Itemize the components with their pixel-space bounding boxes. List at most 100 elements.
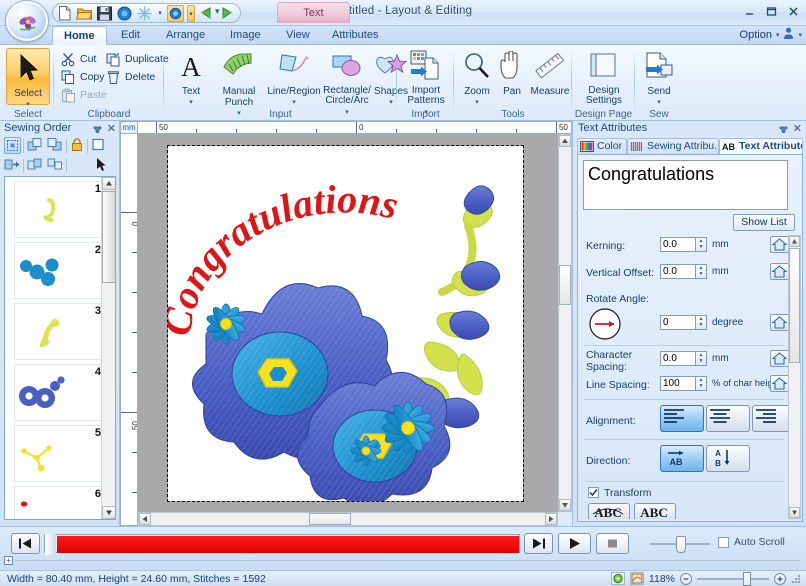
scroll-down-arrow[interactable] [102,506,115,519]
text-caret-icon[interactable]: ▾ [170,97,212,108]
tab-edit[interactable]: Edit [110,26,151,45]
vertical-offset-stepper[interactable]: ▲ ▼ [696,264,707,279]
stop-button[interactable] [596,533,629,554]
align-left-button[interactable] [660,405,704,432]
scroll-up-arrow[interactable] [102,177,115,190]
realistic-preview-icon[interactable] [610,572,625,585]
tab-view[interactable]: View [275,26,321,45]
design-canvas[interactable]: Congratulations [138,134,558,512]
snowflake-icon[interactable] [136,5,153,22]
rotate-angle-reset-home-icon[interactable] [770,314,788,331]
tab-text-attributes[interactable]: AB Text Attributes [719,138,803,154]
list-item[interactable]: 1 [14,181,106,238]
rotate-angle-input[interactable]: 0 [660,315,696,330]
help-user-icon[interactable] [783,27,794,43]
copy-button[interactable]: Copy [60,68,105,86]
tab-color[interactable]: Color [577,138,627,154]
blue-circle-icon[interactable] [116,5,133,22]
minimize-button[interactable] [743,5,756,18]
frame-icon[interactable] [91,137,108,154]
pin-icon[interactable] [93,123,102,136]
character-spacing-input[interactable]: 0.0 [660,351,696,366]
list-item[interactable]: 3 [14,303,106,360]
resize-grip-icon[interactable] [791,573,802,584]
move-forward-icon[interactable] [27,137,44,154]
text-tool-button[interactable]: A Text ▾ [170,51,212,108]
direction-vertical-button[interactable]: AB [706,445,750,472]
stitch-progress-track[interactable] [44,534,520,555]
kerning-input[interactable]: 0.0 [660,237,696,252]
contextual-tab-text[interactable]: Text [277,2,350,23]
pin-icon[interactable] [779,123,788,136]
tab-attributes[interactable]: Attributes [321,26,389,45]
line-region-caret-icon[interactable]: ▾ [266,97,322,108]
canvas-scroll-up[interactable] [559,135,571,147]
canvas-scroll-down[interactable] [559,499,571,511]
move-backward-icon[interactable] [47,137,64,154]
attributes-vertical-scrollbar[interactable] [788,235,801,519]
line-region-button[interactable]: Line/Region ▾ [266,51,322,108]
redo-icon[interactable] [218,5,235,22]
zoom-in-button[interactable] [774,572,786,585]
play-button[interactable] [558,533,591,554]
import-patterns-button[interactable]: Import Patterns ▾ [400,49,452,118]
insert-object-icon[interactable] [4,157,21,174]
list-item[interactable]: 5 [14,425,106,482]
ungroup-icon[interactable] [47,157,64,174]
zoom-out-button[interactable] [680,572,692,585]
new-file-icon[interactable] [56,5,73,22]
kerning-stepper[interactable]: ▲ ▼ [696,237,707,252]
send-caret-icon[interactable]: ▾ [639,97,679,108]
attributes-scroll-down[interactable] [789,507,800,518]
line-spacing-input[interactable]: 100 [660,376,696,391]
zoom-slider-knob[interactable] [743,571,751,586]
canvas-horizontal-scrollbar[interactable] [138,512,558,526]
tab-sewing-attributes[interactable]: Sewing Attribu... [627,138,719,154]
skip-to-start-button[interactable] [11,533,40,554]
canvas-hscroll-thumb[interactable] [309,513,351,525]
option-caret-icon[interactable]: ▾ [776,31,780,39]
pan-tool-button[interactable]: Pan [496,50,528,97]
transform-checkbox[interactable] [588,487,599,498]
tab-image[interactable]: Image [219,26,272,45]
arrow-cursor-small-icon[interactable] [95,157,112,174]
sewing-order-close-icon[interactable]: ✕ [107,122,116,135]
help-caret-icon[interactable]: ▾ [798,31,802,39]
canvas-vertical-scrollbar[interactable] [558,134,572,512]
character-spacing-reset-home-icon[interactable] [770,350,788,367]
transform-arc-button[interactable]: ABC [588,503,630,519]
text-attributes-close-icon[interactable]: ✕ [793,122,802,135]
vertical-offset-input[interactable]: 0.0 [660,264,696,279]
customize-qat-icon[interactable]: ▾ [215,6,220,17]
save-disk-icon[interactable] [96,5,113,22]
transform-flat-button[interactable]: ABC [634,503,676,519]
measure-tool-button[interactable]: Measure [530,51,570,97]
option-button[interactable]: Option [740,29,772,41]
delete-button[interactable]: Delete [105,68,155,86]
tab-home[interactable]: Home [52,26,107,45]
skip-to-end-button[interactable] [524,533,553,554]
auto-scroll-checkbox[interactable] [718,537,729,548]
list-item[interactable]: 6 [14,486,106,519]
canvas-scroll-right[interactable] [545,513,557,525]
undo-icon[interactable] [198,5,215,22]
sewing-order-scrollbar[interactable] [101,177,115,519]
list-item[interactable]: 4 [14,364,106,421]
close-button[interactable] [787,5,800,18]
chevron-down-icon[interactable]: ▾ [156,5,164,22]
vertical-offset-reset-home-icon[interactable] [770,263,788,280]
select-tool-button[interactable]: Select ▾ [6,48,50,108]
zoom-caret-icon[interactable]: ▾ [459,97,495,108]
tab-arrange[interactable]: Arrange [155,26,216,45]
stitch-progress-thumb[interactable] [45,534,56,555]
character-spacing-stepper[interactable]: ▲ ▼ [696,351,707,366]
list-item[interactable]: 2 [14,242,106,299]
cut-button[interactable]: Cut [60,50,96,68]
sewing-order-list[interactable]: 1 2 3 4 5 6 [4,176,116,520]
playback-expander-button[interactable]: + [4,556,13,565]
send-button[interactable]: Send ▾ [639,51,679,108]
scrollbar-thumb[interactable] [102,191,115,283]
direction-horizontal-button[interactable]: AB [660,445,704,472]
lock-icon[interactable] [70,137,87,154]
blue-circle-highlight-icon[interactable] [167,4,184,22]
